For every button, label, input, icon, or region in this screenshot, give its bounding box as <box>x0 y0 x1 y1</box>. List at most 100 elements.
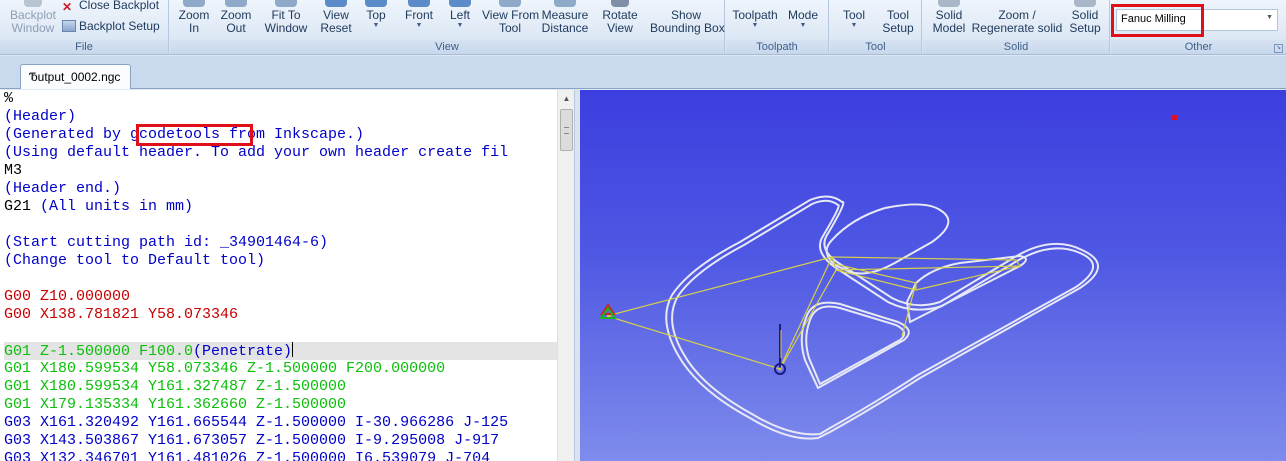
document-icon: Ƭ <box>29 71 36 83</box>
code-line[interactable] <box>4 270 557 288</box>
scrollbar-thumb[interactable] <box>560 109 573 151</box>
mode-label: Mode <box>787 8 819 22</box>
code-line[interactable]: % <box>4 90 557 108</box>
code-token: G01 Z-1.500000 F100.0 <box>4 343 194 360</box>
code-token: (Header end.) <box>4 180 122 197</box>
tool-setup-label: Tool Setup <box>882 8 914 35</box>
backplot-window-icon <box>24 0 42 7</box>
backplot-setup-icon <box>62 20 76 32</box>
front-view-icon <box>408 0 430 7</box>
code-token: (All units in mm) <box>31 198 194 215</box>
toolpath-button[interactable]: Toolpath ▼ <box>729 0 781 30</box>
view-reset-label: View Reset <box>320 8 352 35</box>
code-line[interactable]: (Using default header. To add your own h… <box>4 144 557 162</box>
view-reset-button[interactable]: View Reset <box>316 0 356 35</box>
annotation-highlight-machine <box>1111 4 1204 37</box>
code-token: (Change tool to Default tool) <box>4 252 266 269</box>
ribbon-group-view: Zoom In Zoom Out Fit To Window View Rese… <box>170 0 725 55</box>
front-view-label: Front <box>404 8 433 22</box>
rotate-view-button[interactable]: Rotate View <box>592 0 648 35</box>
front-view-button[interactable]: Front ▼ <box>400 0 438 30</box>
top-view-label: Top <box>366 8 386 22</box>
code-line[interactable] <box>4 324 557 342</box>
gcode-editor[interactable]: % (Header) (Generated by gcodetools from I… <box>0 90 557 461</box>
backplot-setup-label: Backplot Setup <box>79 19 160 33</box>
top-view-dropdown-icon: ▼ <box>372 22 380 29</box>
zoom-in-icon <box>183 0 205 7</box>
zoom-regenerate-solid-button[interactable]: Zoom / Regenerate solid <box>971 0 1063 35</box>
ribbon: Backplot Window ✕ Close Backplot Backplot… <box>0 0 1286 55</box>
solid-model-icon <box>938 0 960 7</box>
code-line[interactable]: G01 X180.599534 Y58.073346 Z-1.500000 F2… <box>4 360 557 378</box>
left-view-dropdown-icon: ▼ <box>456 22 464 29</box>
ribbon-group-file-label: File <box>0 40 168 54</box>
dialog-launcher-icon[interactable]: ↘ <box>1274 44 1283 53</box>
ribbon-group-view-label: View <box>170 40 724 54</box>
top-view-button[interactable]: Top ▼ <box>360 0 392 30</box>
code-line[interactable]: G03 X161.320492 Y161.665544 Z-1.500000 I… <box>4 414 557 432</box>
scroll-up-icon[interactable]: ▲ <box>558 90 575 107</box>
code-line[interactable]: G03 X143.503867 Y161.673057 Z-1.500000 I… <box>4 432 557 450</box>
solid-model-button[interactable]: Solid Model <box>929 0 969 35</box>
ribbon-group-toolpath-label: Toolpath <box>726 40 828 54</box>
mode-dropdown-icon: ▼ <box>799 22 807 29</box>
tool-dropdown-icon: ▼ <box>850 22 858 29</box>
show-bounding-box-button[interactable]: Show Bounding Box <box>650 0 725 35</box>
code-token: G01 X180.599534 Y58.073346 Z-1.500000 F2… <box>4 360 446 377</box>
code-line[interactable]: (Header end.) <box>4 180 557 198</box>
backplot-window-button[interactable]: Backplot Window <box>8 0 58 35</box>
part-inner-pocket-bottom <box>800 301 910 390</box>
code-line[interactable]: G00 Z10.000000 <box>4 288 557 306</box>
tool-setup-button[interactable]: Tool Setup <box>878 0 918 35</box>
tool-label: Tool <box>842 8 865 22</box>
show-bounding-box-label: Show Bounding Box <box>650 8 725 35</box>
mode-button[interactable]: Mode ▼ <box>784 0 822 30</box>
backplot-setup-button[interactable]: Backplot Setup <box>62 19 160 33</box>
zoom-in-button[interactable]: Zoom In <box>174 0 214 35</box>
code-line[interactable]: (Start cutting path id: _34901464-6) <box>4 234 557 252</box>
close-backplot-button[interactable]: ✕ Close Backplot <box>62 0 159 14</box>
code-line[interactable]: G01 X179.135334 Y161.362660 Z-1.500000 <box>4 396 557 414</box>
code-token: G00 X138.781821 Y58.073346 <box>4 306 239 323</box>
code-line[interactable]: (Change tool to Default tool) <box>4 252 557 270</box>
tab-output-file[interactable]: Ƭ output_0002.ngc <box>20 64 131 89</box>
measure-distance-icon <box>554 0 576 7</box>
code-token: G03 X132.346701 Y161.481026 Z-1.500000 I… <box>4 450 491 461</box>
part-upper-lobe <box>825 203 950 275</box>
code-token: (Header) <box>4 108 77 125</box>
code-line[interactable]: (Header) <box>4 108 557 126</box>
code-token: G21 <box>4 198 32 215</box>
editor-vertical-scrollbar[interactable]: ▲ <box>557 90 574 461</box>
code-line[interactable] <box>4 216 557 234</box>
rapid-path-5 <box>779 256 833 369</box>
code-line[interactable]: G21 (All units in mm) <box>4 198 557 216</box>
code-token: % <box>4 90 14 107</box>
tab-output-file-label: output_0002.ngc <box>31 70 121 84</box>
backplot-viewport[interactable] <box>580 90 1286 461</box>
close-backplot-icon: ✕ <box>62 0 73 14</box>
code-token: M3 <box>4 162 23 179</box>
code-line[interactable]: M3 <box>4 162 557 180</box>
rotate-view-icon <box>611 0 629 7</box>
code-line[interactable]: G01 Z-1.500000 F100.0(Penetrate) <box>4 342 557 360</box>
ribbon-group-tool-label: Tool <box>830 40 921 54</box>
solid-setup-button[interactable]: Solid Setup <box>1065 0 1105 35</box>
code-line[interactable]: (Generated by gcodetools from Inkscape.) <box>4 126 557 144</box>
part-outline <box>665 195 1099 440</box>
zoom-out-label: Zoom Out <box>220 8 252 35</box>
code-line[interactable]: G01 X180.599534 Y161.327487 Z-1.500000 <box>4 378 557 396</box>
measure-distance-button[interactable]: Measure Distance <box>540 0 590 35</box>
zoom-out-button[interactable]: Zoom Out <box>216 0 256 35</box>
show-bounding-box-icon <box>675 0 697 7</box>
code-line[interactable]: G00 X138.781821 Y58.073346 <box>4 306 557 324</box>
code-token: G01 X180.599534 Y161.327487 Z-1.500000 <box>4 378 347 395</box>
text-caret <box>292 342 294 357</box>
fit-to-window-button[interactable]: Fit To Window <box>258 0 314 35</box>
chevron-down-icon: ▼ <box>1266 14 1273 21</box>
view-from-tool-button[interactable]: View From Tool <box>482 0 539 35</box>
code-line[interactable]: G03 X132.346701 Y161.481026 Z-1.500000 I… <box>4 450 557 461</box>
left-view-button[interactable]: Left ▼ <box>446 0 474 30</box>
tool-button[interactable]: Tool ▼ <box>836 0 872 30</box>
